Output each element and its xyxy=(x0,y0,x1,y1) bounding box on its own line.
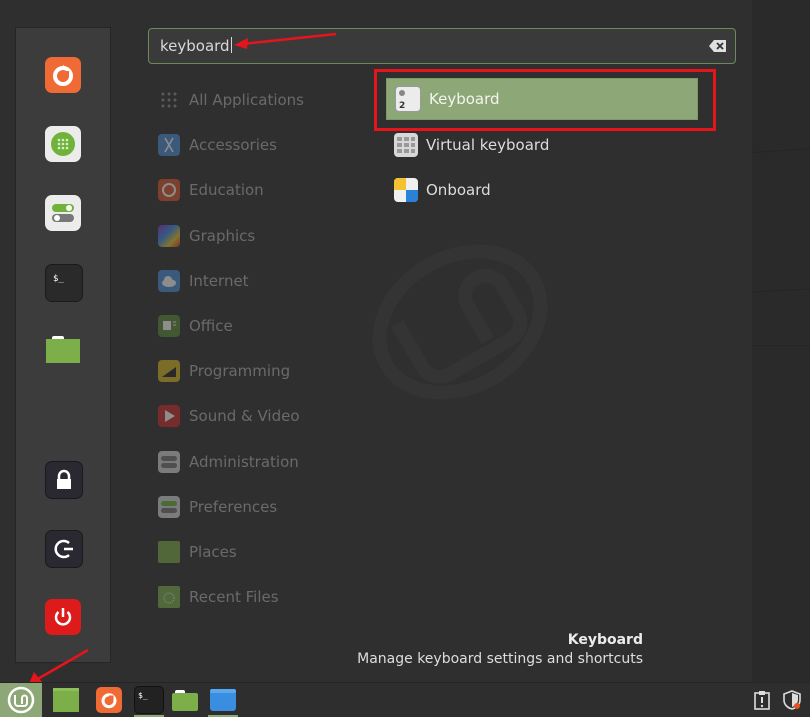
places-icon xyxy=(158,541,180,563)
category-graphics[interactable]: Graphics xyxy=(158,224,255,248)
search-value: keyboard xyxy=(160,37,230,55)
category-office[interactable]: Office xyxy=(158,314,233,338)
category-label: Accessories xyxy=(189,136,277,154)
category-label: Education xyxy=(189,181,264,199)
application-menu: $_ keyboard All Applications Accessories… xyxy=(0,0,752,682)
category-label: Preferences xyxy=(189,498,278,516)
search-input[interactable]: keyboard xyxy=(148,28,736,64)
category-sound-video[interactable]: Sound & Video xyxy=(158,404,300,428)
category-accessories[interactable]: Accessories xyxy=(158,133,277,157)
description-text: Manage keyboard settings and shortcuts xyxy=(357,651,643,667)
svg-text:$_: $_ xyxy=(53,274,64,284)
category-education[interactable]: Education xyxy=(158,178,264,202)
mint-logo-icon xyxy=(7,686,35,714)
favorite-firefox[interactable] xyxy=(45,57,81,93)
category-label: Internet xyxy=(189,272,249,290)
education-icon xyxy=(158,179,180,201)
favorites-sidebar: $_ xyxy=(15,27,111,663)
onboard-icon xyxy=(394,178,418,202)
text-caret xyxy=(230,37,232,53)
result-onboard[interactable]: Onboard xyxy=(386,169,698,211)
tray-update-manager[interactable] xyxy=(748,683,776,717)
folder-icon xyxy=(172,690,198,711)
terminal-icon: $_ xyxy=(134,686,164,714)
favorite-system-settings[interactable] xyxy=(45,195,81,231)
category-all-applications[interactable]: All Applications xyxy=(158,88,304,112)
favorite-software-manager[interactable] xyxy=(45,126,81,162)
sound-video-icon xyxy=(158,405,180,427)
administration-icon xyxy=(158,451,180,473)
firefox-icon xyxy=(53,65,73,86)
power-icon xyxy=(54,608,72,626)
result-label: Onboard xyxy=(426,181,491,199)
category-places[interactable]: Places xyxy=(158,540,237,564)
clear-text-icon[interactable] xyxy=(709,39,727,53)
category-label: Places xyxy=(189,543,237,561)
programming-icon xyxy=(158,360,180,382)
category-label: Programming xyxy=(189,362,291,380)
quit-button[interactable] xyxy=(45,599,81,635)
taskbar-files[interactable] xyxy=(164,683,206,717)
category-label: Office xyxy=(189,317,233,335)
firefox-icon xyxy=(96,687,122,713)
svg-text:$_: $_ xyxy=(138,691,148,700)
internet-icon xyxy=(158,270,180,292)
virtual-keyboard-icon xyxy=(394,133,418,157)
system-settings-icon xyxy=(52,204,74,222)
accessories-icon xyxy=(158,134,180,156)
recent-files-icon xyxy=(158,586,180,608)
taskbar-window[interactable] xyxy=(202,683,244,717)
favorite-files[interactable] xyxy=(45,331,81,367)
lock-icon xyxy=(57,469,71,489)
graphics-icon xyxy=(158,225,180,247)
category-label: Graphics xyxy=(189,227,256,245)
logout-icon xyxy=(54,539,73,559)
taskbar-firefox[interactable] xyxy=(88,683,130,717)
menu-button[interactable] xyxy=(0,683,42,717)
category-label: Sound & Video xyxy=(189,407,300,425)
category-administration[interactable]: Administration xyxy=(158,450,299,474)
office-icon xyxy=(158,315,180,337)
show-desktop-button[interactable] xyxy=(45,683,87,717)
shield-icon xyxy=(783,690,801,710)
terminal-icon: $_ xyxy=(53,274,64,284)
desktop-background xyxy=(752,0,810,682)
category-programming[interactable]: Programming xyxy=(158,359,290,383)
category-label: Administration xyxy=(189,453,299,471)
favorite-terminal[interactable]: $_ xyxy=(45,264,83,302)
logout-button[interactable] xyxy=(45,530,83,568)
grid-icon xyxy=(161,92,177,108)
category-preferences[interactable]: Preferences xyxy=(158,495,277,519)
category-label: All Applications xyxy=(189,91,304,109)
software-manager-icon xyxy=(51,132,75,156)
tray-security[interactable] xyxy=(778,683,806,717)
taskbar: $_ xyxy=(0,682,810,717)
blue-window-icon xyxy=(210,689,236,711)
category-recent-files[interactable]: Recent Files xyxy=(158,585,279,609)
lock-screen-button[interactable] xyxy=(45,461,83,499)
clipboard-alert-icon xyxy=(754,691,770,710)
result-label: Virtual keyboard xyxy=(426,136,550,154)
description-title: Keyboard xyxy=(567,632,643,648)
category-internet[interactable]: Internet xyxy=(158,269,249,293)
annotation-highlight-box xyxy=(374,69,716,131)
folder-icon xyxy=(46,336,80,363)
preferences-icon xyxy=(158,496,180,518)
mint-watermark-icon xyxy=(372,244,548,400)
category-label: Recent Files xyxy=(189,588,279,606)
show-desktop-icon xyxy=(53,688,79,712)
